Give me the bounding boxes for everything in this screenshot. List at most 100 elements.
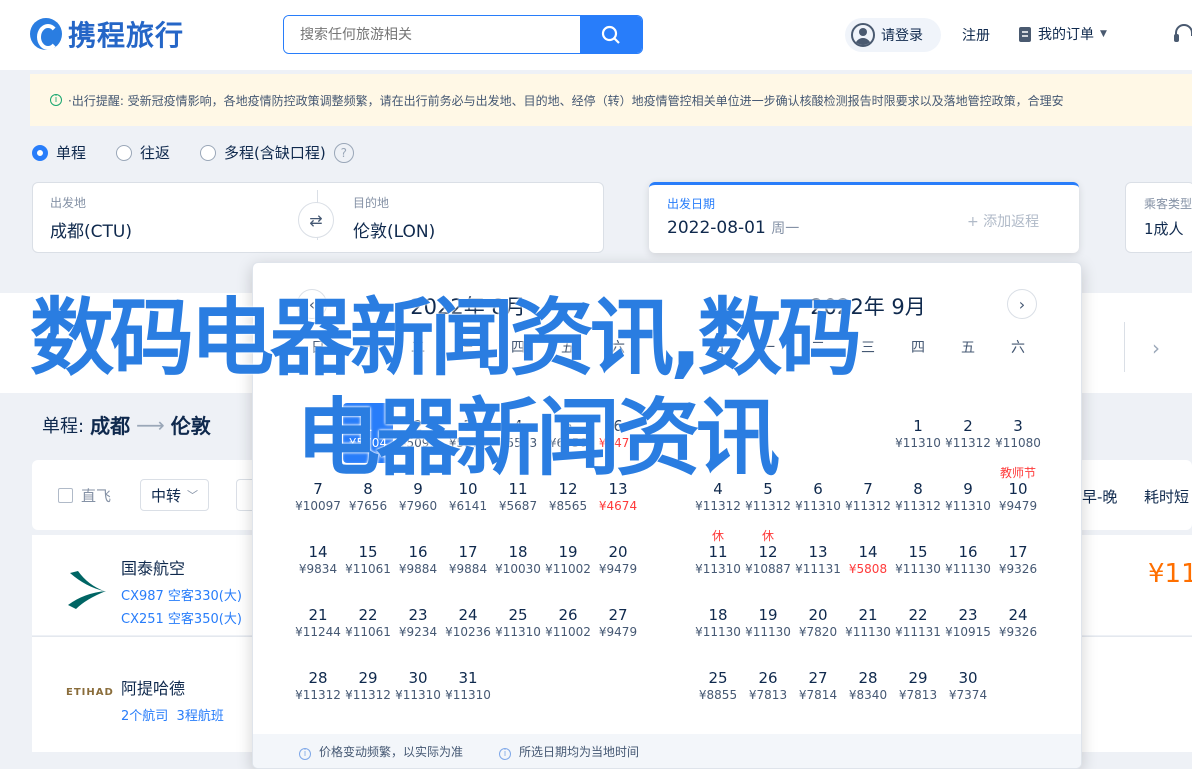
holiday-tag <box>443 655 493 669</box>
calendar-day[interactable]: 5 ¥11312 <box>743 466 793 526</box>
holiday-tag <box>593 592 643 606</box>
search-button[interactable] <box>580 16 642 53</box>
calendar-day[interactable]: 19 ¥11002 <box>543 529 593 589</box>
calendar-day[interactable]: 17 ¥9884 <box>443 529 493 589</box>
calendar-day[interactable]: 13 ¥4674 <box>593 466 643 526</box>
calendar-day[interactable]: 7 ¥10097 <box>293 466 343 526</box>
calendar-day[interactable]: 24 ¥10236 <box>443 592 493 652</box>
register-link[interactable]: 注册 <box>962 25 990 45</box>
calendar-day[interactable]: 8 ¥11312 <box>893 466 943 526</box>
calendar-day[interactable]: 27 ¥7814 <box>793 655 843 715</box>
calendar-day[interactable]: 22 ¥11061 <box>343 592 393 652</box>
calendar-day[interactable]: 5 ¥6056 <box>543 403 593 463</box>
day-number: 31 <box>458 669 478 687</box>
calendar-day[interactable]: 28 ¥8340 <box>843 655 893 715</box>
flight-info[interactable]: 3程航班 <box>177 709 224 724</box>
calendar-day[interactable]: 20 ¥7820 <box>793 592 843 652</box>
calendar-day[interactable]: 17 ¥9326 <box>993 529 1043 589</box>
day-price: ¥11130 <box>745 625 791 639</box>
day-price: ¥10236 <box>445 625 491 639</box>
calendar-day[interactable]: 8 ¥7656 <box>343 466 393 526</box>
destination-field[interactable]: 目的地 伦敦(LON) <box>353 194 435 242</box>
sort-time[interactable]: 早-晚 <box>1082 486 1117 507</box>
calendar-day[interactable]: 13 ¥11131 <box>793 529 843 589</box>
calendar-day[interactable]: 21 ¥11244 <box>293 592 343 652</box>
calendar-day[interactable]: 1 ¥11310 <box>893 403 943 463</box>
departure-field[interactable]: 出发地 成都(CTU) <box>50 194 132 242</box>
trip-type-oneway[interactable]: 单程 <box>32 142 86 163</box>
search-input[interactable] <box>284 16 580 53</box>
calendar-day[interactable]: 1 ¥5704 <box>343 403 393 463</box>
calendar-day[interactable]: 16 ¥9884 <box>393 529 443 589</box>
headset-icon[interactable] <box>1172 22 1192 46</box>
calendar-day[interactable]: 18 ¥11130 <box>693 592 743 652</box>
calendar-day[interactable]: 10 ¥6141 <box>443 466 493 526</box>
transfer-filter[interactable]: 中转 ﹀ <box>140 479 210 511</box>
calendar-day[interactable]: 4 ¥5563 <box>493 403 543 463</box>
sort-duration[interactable]: 耗时短 <box>1144 486 1189 507</box>
calendar-day[interactable]: 9 ¥7960 <box>393 466 443 526</box>
calendar-day[interactable]: 休 12 ¥10887 <box>743 529 793 589</box>
calendar-day[interactable]: 3 ¥5378 <box>443 403 493 463</box>
login-button[interactable]: 请登录 <box>845 18 941 52</box>
trip-type-multi[interactable]: 多程(含缺口程)? <box>200 142 354 163</box>
calendar-day[interactable]: 6 ¥11310 <box>793 466 843 526</box>
day-number: 23 <box>958 606 978 624</box>
chevron-right-icon[interactable]: › <box>1152 336 1160 360</box>
calendar-day[interactable]: 19 ¥11130 <box>743 592 793 652</box>
calendar-day[interactable]: 23 ¥9234 <box>393 592 443 652</box>
calendar-day[interactable]: 2 ¥11312 <box>943 403 993 463</box>
holiday-tag <box>493 592 543 606</box>
flight-info[interactable]: CX987 空客330(大) <box>121 585 242 604</box>
calendar-day[interactable]: 29 ¥11312 <box>343 655 393 715</box>
calendar-day[interactable]: 28 ¥11312 <box>293 655 343 715</box>
direct-only-checkbox[interactable]: 直飞 <box>58 485 111 506</box>
passenger-label: 乘客类型 <box>1144 197 1192 211</box>
calendar-day[interactable]: 14 ¥5808 <box>843 529 893 589</box>
calendar-day[interactable]: 22 ¥11131 <box>893 592 943 652</box>
calendar-day[interactable]: 23 ¥10915 <box>943 592 993 652</box>
my-orders-menu[interactable]: 我的订单 ▼ <box>1018 24 1107 44</box>
day-price: ¥9234 <box>398 625 438 639</box>
flight-info[interactable]: 2个航司 <box>121 709 168 724</box>
day-number: 14 <box>858 543 878 561</box>
ctrip-logo[interactable]: 携程旅行 <box>30 14 184 54</box>
holiday-tag <box>843 592 893 606</box>
calendar-day[interactable]: 4 ¥11312 <box>693 466 743 526</box>
calendar-day[interactable]: 15 ¥11061 <box>343 529 393 589</box>
add-return-button[interactable]: + 添加返程 <box>967 211 1039 231</box>
calendar-day[interactable]: 18 ¥10030 <box>493 529 543 589</box>
calendar-day[interactable]: 27 ¥9479 <box>593 592 643 652</box>
calendar-day[interactable]: 2 ¥5099 <box>393 403 443 463</box>
calendar-day[interactable]: 3 ¥11080 <box>993 403 1043 463</box>
calendar-day[interactable]: 31 ¥11310 <box>443 655 493 715</box>
calendar-day[interactable]: 29 ¥7813 <box>893 655 943 715</box>
calendar-day[interactable]: 26 ¥11002 <box>543 592 593 652</box>
help-icon[interactable]: ? <box>333 142 354 163</box>
info-icon: i <box>499 747 512 760</box>
calendar-day[interactable]: 7 ¥11312 <box>843 466 893 526</box>
calendar-day[interactable]: 9 ¥11310 <box>943 466 993 526</box>
calendar-day[interactable]: 休 11 ¥11310 <box>693 529 743 589</box>
passenger-field[interactable]: 乘客类型 1成人 <box>1125 182 1192 253</box>
calendar-day[interactable]: 6 ¥4477 <box>593 403 643 463</box>
trip-type-roundtrip[interactable]: 往返 <box>116 142 170 163</box>
calendar-day[interactable]: 21 ¥11130 <box>843 592 893 652</box>
calendar-day[interactable]: 26 ¥7813 <box>743 655 793 715</box>
departure-date-field[interactable]: 出发日期 2022-08-01 周一 + 添加返程 <box>649 182 1079 253</box>
day-price: ¥9884 <box>448 562 488 576</box>
calendar-day[interactable]: 12 ¥8565 <box>543 466 593 526</box>
calendar-day[interactable]: 14 ¥9834 <box>293 529 343 589</box>
flight-info[interactable]: CX251 空客350(大) <box>121 608 242 627</box>
calendar-day[interactable]: 15 ¥11130 <box>893 529 943 589</box>
calendar-day[interactable]: 20 ¥9479 <box>593 529 643 589</box>
calendar-day[interactable]: 24 ¥9326 <box>993 592 1043 652</box>
calendar-day[interactable]: 11 ¥5687 <box>493 466 543 526</box>
calendar-day[interactable]: 25 ¥11310 <box>493 592 543 652</box>
calendar-day[interactable]: 教师节 10 ¥9479 <box>993 466 1043 526</box>
calendar-day[interactable]: 25 ¥8855 <box>693 655 743 715</box>
calendar-day[interactable]: 30 ¥11310 <box>393 655 443 715</box>
calendar-day[interactable]: 16 ¥11130 <box>943 529 993 589</box>
swap-cities-button[interactable]: ⇄ <box>298 202 334 238</box>
calendar-day[interactable]: 30 ¥7374 <box>943 655 993 715</box>
